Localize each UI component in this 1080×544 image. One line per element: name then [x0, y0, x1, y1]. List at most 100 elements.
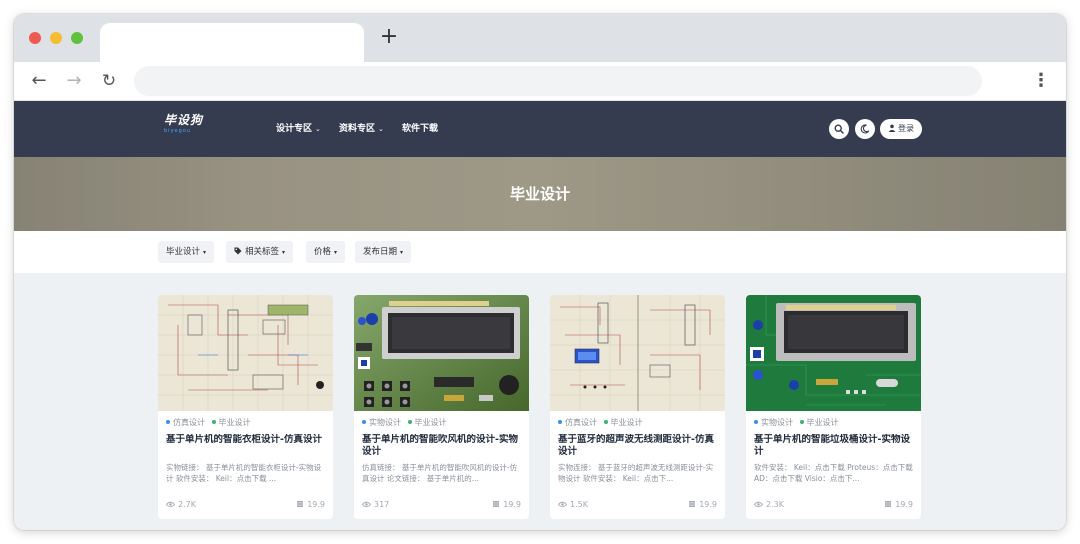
tag-label: 毕业设计 — [414, 418, 447, 427]
tag-link[interactable]: 毕业设计 — [211, 418, 251, 427]
card-thumbnail[interactable] — [746, 295, 921, 411]
card-footer: 2.7K 19.9 — [165, 499, 325, 511]
logo-subtext: biyegou — [164, 128, 191, 134]
card-thumbnail[interactable] — [550, 295, 725, 411]
tag-dot-icon — [166, 419, 170, 424]
nav-design-zone[interactable]: 设计专区 ⌄ — [276, 122, 321, 136]
pcb-photo — [354, 295, 529, 411]
search-button[interactable] — [829, 119, 849, 139]
nav-material-zone[interactable]: 资料专区 ⌄ — [339, 122, 384, 136]
tag-link[interactable]: 仿真设计 — [166, 418, 205, 427]
nav-material-label: 资料专区 — [339, 124, 376, 134]
tag-link[interactable]: 毕业设计 — [603, 418, 643, 427]
tag-link[interactable]: 毕业设计 — [799, 418, 839, 427]
card-tags: 实物设计 毕业设计 — [362, 417, 521, 429]
card-thumbnail[interactable] — [158, 295, 333, 411]
post-card[interactable]: 仿真设计 毕业设计 基于单片机的智能衣柜设计-仿真设计 实物链接： 基于单片机的… — [158, 295, 333, 519]
coins-icon — [297, 500, 304, 507]
filter-category-dropdown[interactable]: 毕业设计 ▾ — [158, 241, 215, 263]
eye-icon — [165, 501, 176, 507]
tag-dot-icon — [211, 419, 216, 424]
tag-link[interactable]: 实物设计 — [754, 418, 793, 427]
filter-price-label: 价格 — [314, 247, 332, 257]
coins-icon — [689, 500, 696, 507]
view-count-value: 317 — [374, 500, 390, 509]
browser-menu-icon[interactable]: ⋮ — [1030, 70, 1052, 92]
caret-down-icon: ▾ — [334, 249, 338, 256]
schematic-image — [158, 295, 333, 411]
user-icon — [888, 124, 896, 132]
nav-software-download[interactable]: 软件下载 — [402, 122, 438, 136]
tag-dot-icon — [558, 419, 562, 424]
login-button[interactable]: 登录 — [880, 119, 922, 139]
post-card[interactable]: 仿真设计 毕业设计 基于蓝牙的超声波无线测距设计-仿真设计 实物连接： 基于蓝牙… — [550, 295, 725, 519]
card-title[interactable]: 基于单片机的智能吹风机的设计-实物设计 — [362, 434, 521, 458]
nav-design-label: 设计专区 — [276, 124, 313, 134]
address-bar[interactable] — [134, 66, 982, 96]
view-count: 2.7K — [165, 499, 196, 511]
view-count: 2.3K — [753, 499, 784, 511]
filter-date-dropdown[interactable]: 发布日期 ▾ — [355, 241, 412, 263]
moon-icon — [860, 124, 870, 134]
tag-dot-icon — [362, 419, 366, 424]
view-count: 1.5K — [557, 499, 588, 511]
tag-link[interactable]: 毕业设计 — [407, 418, 447, 427]
tag-label: 仿真设计 — [173, 418, 205, 427]
caret-down-icon: ▾ — [400, 249, 404, 256]
card-body: 仿真设计 毕业设计 基于蓝牙的超声波无线测距设计-仿真设计 实物连接： 基于蓝牙… — [558, 417, 717, 484]
card-title[interactable]: 基于单片机的智能衣柜设计-仿真设计 — [166, 434, 325, 458]
card-description: 软件安装： Keil：点击下载 Proteus：点击下载 AD：点击下载 Vis… — [754, 463, 913, 483]
tag-link[interactable]: 实物设计 — [362, 418, 401, 427]
price: 19.9 — [296, 499, 325, 511]
browser-titlebar: + — [14, 14, 1066, 62]
tag-label: 毕业设计 — [218, 418, 251, 427]
caret-down-icon: ▾ — [203, 249, 207, 256]
back-arrow-icon[interactable]: ← — [28, 70, 50, 92]
tag-dot-icon — [603, 419, 608, 424]
card-body: 仿真设计 毕业设计 基于单片机的智能衣柜设计-仿真设计 实物链接： 基于单片机的… — [166, 417, 325, 484]
coins-icon — [885, 500, 892, 507]
new-tab-icon[interactable]: + — [378, 26, 400, 48]
tag-dot-icon — [407, 419, 412, 424]
card-title[interactable]: 基于蓝牙的超声波无线测距设计-仿真设计 — [558, 434, 717, 458]
view-count-value: 2.7K — [178, 500, 196, 509]
tag-link[interactable]: 仿真设计 — [558, 418, 597, 427]
reload-icon[interactable]: ↻ — [98, 70, 120, 92]
logo-text: 毕设狗 — [164, 113, 204, 127]
filter-price-dropdown[interactable]: 价格 ▾ — [306, 241, 346, 263]
card-thumbnail[interactable] — [354, 295, 529, 411]
view-count-value: 2.3K — [766, 500, 784, 509]
caret-down-icon: ▾ — [282, 249, 286, 256]
filter-category-label: 毕业设计 — [166, 247, 201, 257]
price-value: 19.9 — [699, 500, 717, 509]
filter-bar: 毕业设计 ▾ 相关标签 ▾ 价格 ▾ 发布日期 ▾ — [14, 231, 1066, 273]
browser-tab-active[interactable] — [100, 23, 364, 62]
minimize-window-button[interactable] — [50, 32, 62, 44]
eye-icon — [557, 501, 568, 507]
pcb-photo — [746, 295, 921, 411]
eye-icon — [361, 501, 372, 507]
filter-tags-dropdown[interactable]: 相关标签 ▾ — [226, 241, 294, 263]
forward-arrow-icon[interactable]: → — [63, 70, 85, 92]
chevron-down-icon: ⌄ — [378, 125, 384, 133]
card-tags: 实物设计 毕业设计 — [754, 417, 913, 429]
card-footer: 317 19.9 — [361, 499, 521, 511]
card-description: 实物连接： 基于蓝牙的超声波无线测距设计-实物设计 软件安装： Keil：点击下… — [558, 463, 714, 483]
schematic-image — [550, 295, 725, 411]
post-card[interactable]: 实物设计 毕业设计 基于单片机的智能垃圾桶设计-实物设计 软件安装： Keil：… — [746, 295, 921, 519]
eye-icon — [753, 501, 764, 507]
coins-icon — [493, 500, 500, 507]
price: 19.9 — [688, 499, 717, 511]
price-value: 19.9 — [503, 500, 521, 509]
page-title: 毕业设计 — [509, 185, 570, 203]
card-title[interactable]: 基于单片机的智能垃圾桶设计-实物设计 — [754, 434, 913, 458]
post-card[interactable]: 实物设计 毕业设计 基于单片机的智能吹风机的设计-实物设计 仿真链接： 基于单片… — [354, 295, 529, 519]
tag-dot-icon — [754, 419, 758, 424]
tag-label: 实物设计 — [761, 418, 793, 427]
maximize-window-button[interactable] — [71, 32, 83, 44]
close-window-button[interactable] — [29, 32, 41, 44]
dark-mode-toggle[interactable] — [855, 119, 875, 139]
site-logo[interactable]: 毕设狗 biyegou — [164, 113, 224, 139]
browser-window: + ← → ↻ ⋮ 毕设狗 biyegou 设计专区 ⌄ 资料专区 ⌄ 软件下载 登… — [14, 14, 1066, 530]
site-header: 毕设狗 biyegou 设计专区 ⌄ 资料专区 ⌄ 软件下载 登录 — [14, 101, 1066, 157]
